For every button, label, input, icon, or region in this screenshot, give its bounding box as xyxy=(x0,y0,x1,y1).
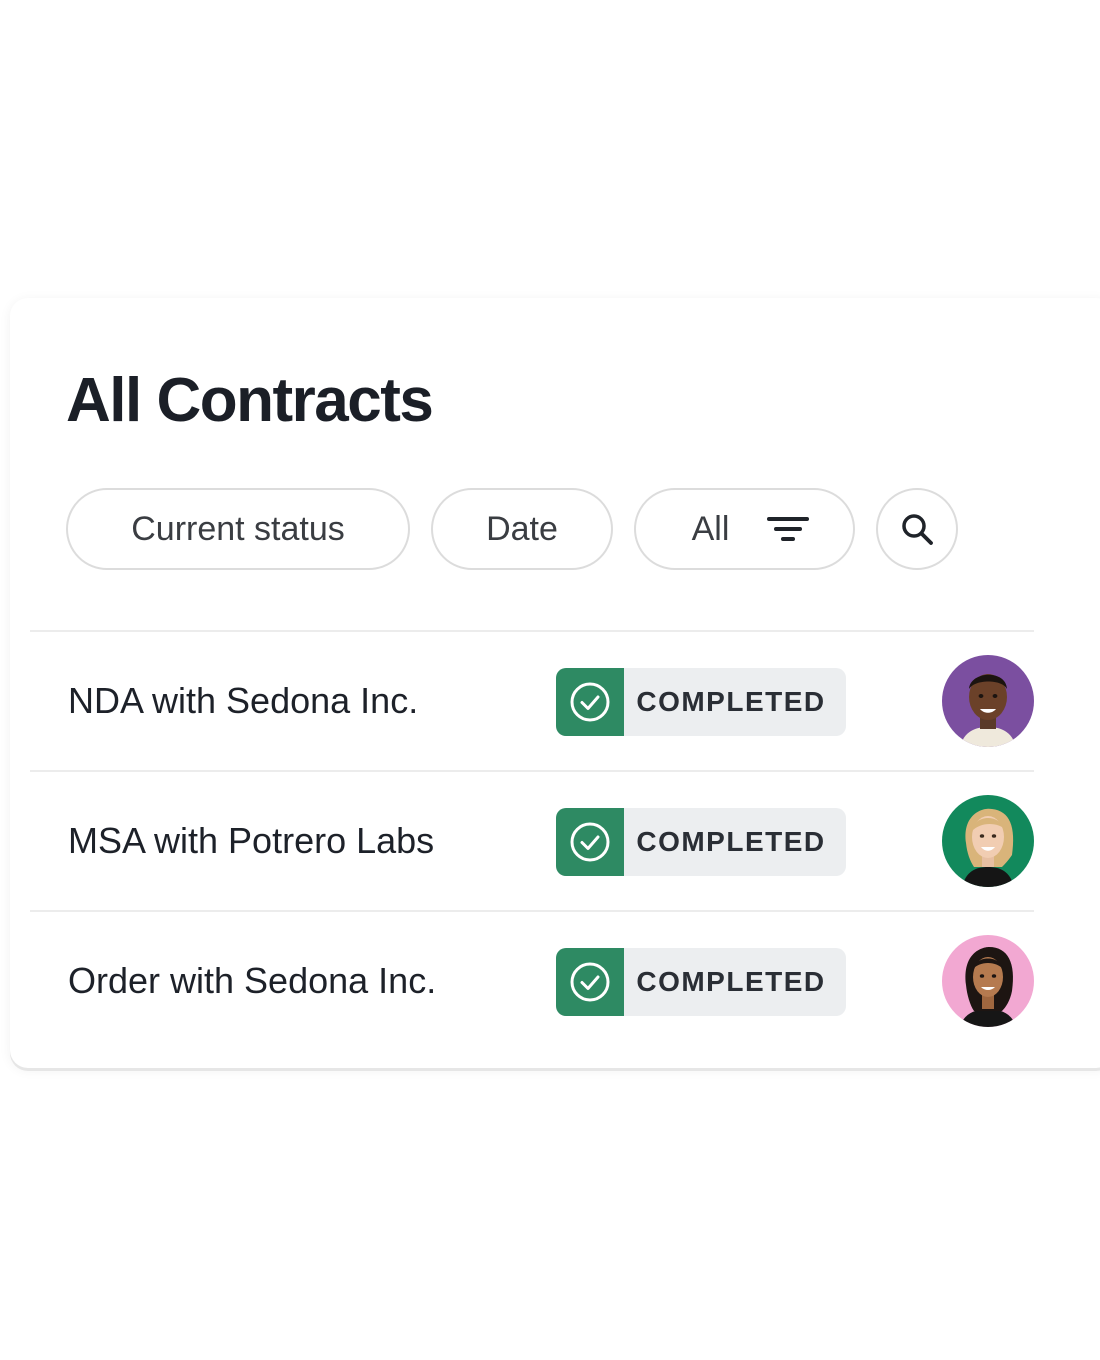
avatar[interactable] xyxy=(942,935,1034,1027)
check-circle-icon xyxy=(556,948,624,1016)
status-badge: COMPLETED xyxy=(556,668,846,736)
all-filter-label: All xyxy=(691,509,730,548)
search-icon xyxy=(900,512,934,546)
table-row[interactable]: Order with Sedona Inc. COMPLETED xyxy=(30,912,1034,1050)
status-badge-label: COMPLETED xyxy=(636,966,826,997)
contract-name: MSA with Potrero Labs xyxy=(68,820,435,861)
contract-name: NDA with Sedona Inc. xyxy=(68,680,419,721)
status-badge-label: COMPLETED xyxy=(636,686,826,717)
avatar[interactable] xyxy=(942,795,1034,887)
all-filter-button[interactable]: All xyxy=(634,488,855,570)
table-row[interactable]: MSA with Potrero Labs COMPLETED xyxy=(30,772,1034,910)
date-filter-label: Date xyxy=(486,509,558,548)
contract-name: Order with Sedona Inc. xyxy=(68,960,437,1001)
filter-lines-icon xyxy=(767,515,810,543)
check-circle-icon xyxy=(556,808,624,876)
avatar[interactable] xyxy=(942,655,1034,747)
status-badge: COMPLETED xyxy=(556,948,846,1016)
date-filter-button[interactable]: Date xyxy=(431,488,613,570)
check-circle-icon xyxy=(556,668,624,736)
search-button[interactable] xyxy=(876,488,958,570)
status-badge: COMPLETED xyxy=(556,808,846,876)
page-title: All Contracts xyxy=(66,366,434,435)
current-status-filter-label: Current status xyxy=(131,509,345,548)
status-badge-label: COMPLETED xyxy=(636,826,826,857)
current-status-filter-button[interactable]: Current status xyxy=(66,488,410,570)
table-row[interactable]: NDA with Sedona Inc. COMPLETED xyxy=(30,632,1034,770)
